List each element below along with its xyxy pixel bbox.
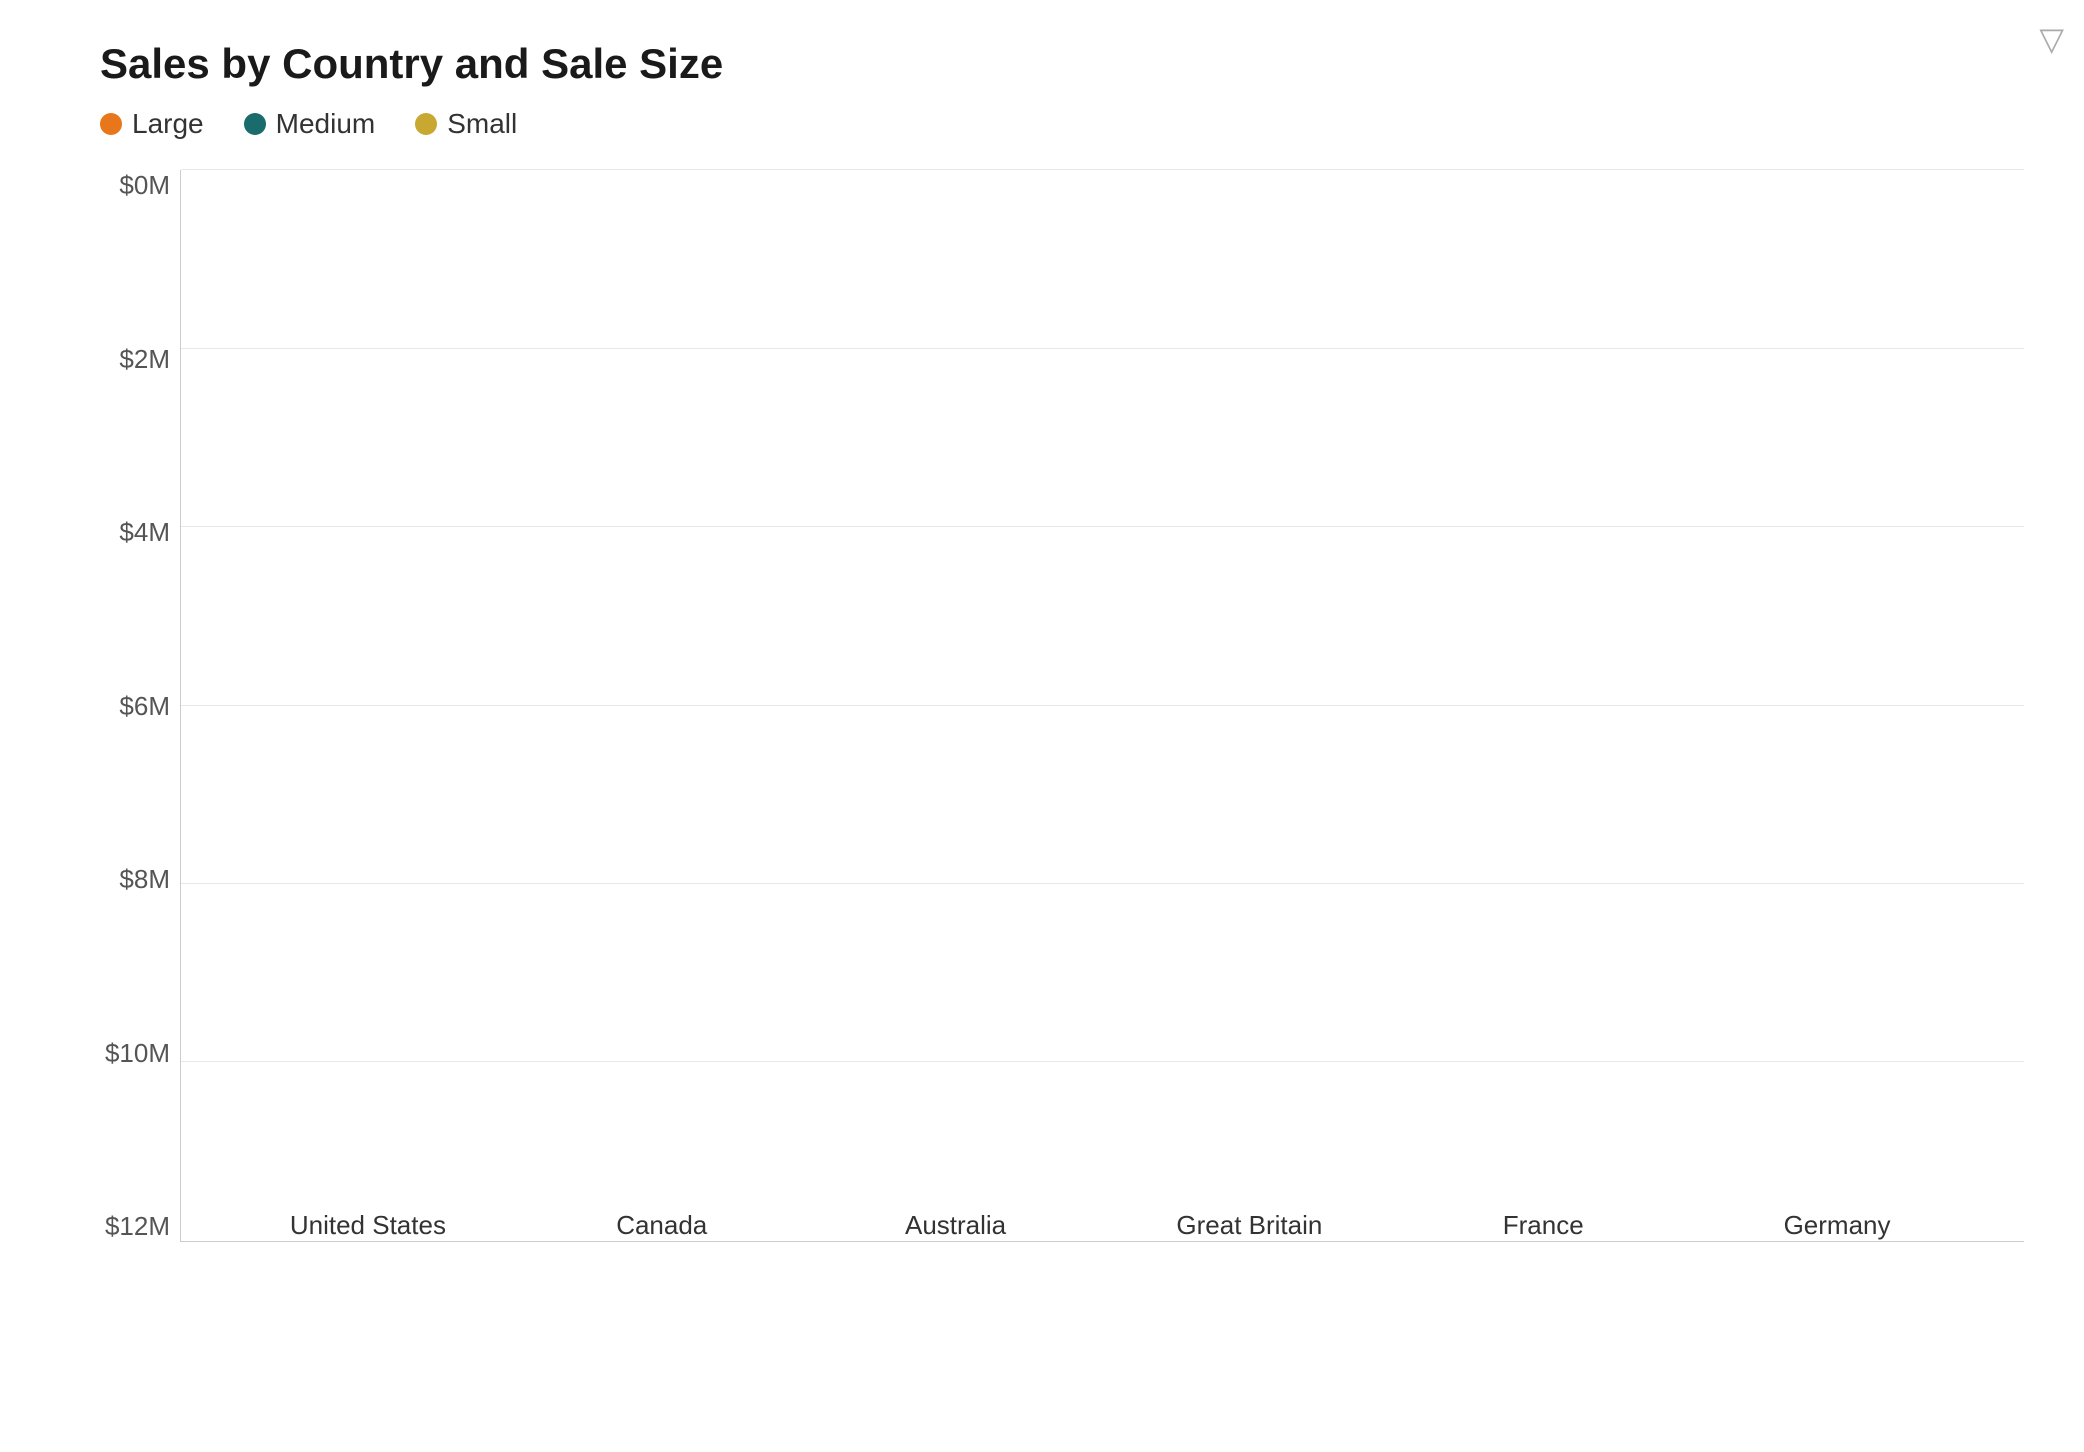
chart-container: ▽ Sales by Country and Sale Size Large M… — [0, 0, 2084, 1452]
y-label-8m: $8M — [119, 864, 170, 895]
y-label-12m: $12M — [105, 1211, 170, 1242]
y-axis: $12M $10M $8M $6M $4M $2M $0M — [100, 170, 180, 1242]
y-label-2m: $2M — [119, 344, 170, 375]
country-label: United States — [290, 1210, 446, 1241]
filter-icon[interactable]: ▽ — [2039, 20, 2064, 58]
y-label-6m: $6M — [119, 691, 170, 722]
legend-dot-large — [100, 113, 122, 135]
chart-area: $12M $10M $8M $6M $4M $2M $0M United Sta… — [100, 170, 2024, 1322]
country-group-united-states: United States — [257, 1192, 479, 1241]
legend-item-medium: Medium — [244, 108, 376, 140]
legend: Large Medium Small — [100, 108, 2024, 140]
legend-dot-small — [415, 113, 437, 135]
country-label: Canada — [616, 1210, 707, 1241]
legend-dot-medium — [244, 113, 266, 135]
y-label-10m: $10M — [105, 1038, 170, 1069]
bars-area: United States Canada Australia Great Britai… — [181, 170, 2024, 1241]
country-group-germany: Germany — [1726, 1192, 1948, 1241]
y-label-4m: $4M — [119, 517, 170, 548]
legend-item-large: Large — [100, 108, 204, 140]
country-group-australia: Australia — [845, 1192, 1067, 1241]
chart-title: Sales by Country and Sale Size — [100, 40, 2024, 88]
legend-label-large: Large — [132, 108, 204, 140]
country-group-great-britain: Great Britain — [1138, 1192, 1360, 1241]
country-group-canada: Canada — [551, 1192, 773, 1241]
country-group-france: France — [1432, 1192, 1654, 1241]
country-label: France — [1503, 1210, 1584, 1241]
legend-label-small: Small — [447, 108, 517, 140]
y-label-0m: $0M — [119, 170, 170, 201]
country-label: Australia — [905, 1210, 1006, 1241]
country-label: Germany — [1784, 1210, 1891, 1241]
grid-and-bars: United States Canada Australia Great Britai… — [180, 170, 2024, 1242]
country-label: Great Britain — [1176, 1210, 1322, 1241]
legend-item-small: Small — [415, 108, 517, 140]
legend-label-medium: Medium — [276, 108, 376, 140]
